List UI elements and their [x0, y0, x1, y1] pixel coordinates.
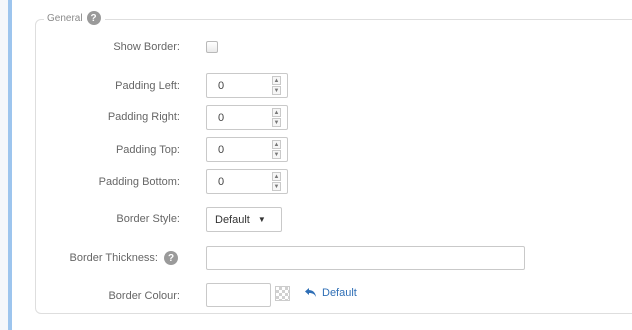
padding-bottom-stepper[interactable]: 0 ▲ ▼ [206, 169, 288, 194]
section-title: General [47, 12, 83, 24]
chevron-up-icon[interactable]: ▲ [272, 172, 281, 181]
chevron-up-icon[interactable]: ▲ [272, 76, 281, 85]
caret-down-icon: ▼ [257, 215, 266, 224]
border-style-select[interactable]: Default ▼ [206, 207, 282, 232]
border-thickness-input[interactable] [206, 246, 525, 270]
border-style-selected: Default [215, 213, 250, 226]
default-link-text[interactable]: Default [322, 287, 357, 299]
border-colour-input[interactable] [206, 283, 271, 307]
border-style-label: Border Style: [116, 213, 180, 225]
left-accent-bar [8, 0, 12, 330]
undo-arrow-icon [305, 288, 316, 297]
chevron-down-icon[interactable]: ▼ [272, 118, 281, 127]
chevron-down-icon[interactable]: ▼ [272, 150, 281, 159]
padding-top-value[interactable]: 0 [218, 144, 224, 156]
question-circle-icon[interactable]: ? [86, 11, 101, 25]
left-panel-strip [0, 0, 8, 330]
chevron-down-icon[interactable]: ▼ [272, 86, 281, 95]
padding-left-stepper[interactable]: 0 ▲ ▼ [206, 73, 288, 98]
padding-left-label: Padding Left: [115, 80, 180, 92]
padding-bottom-label: Padding Bottom: [98, 176, 180, 188]
chevron-up-icon[interactable]: ▲ [272, 140, 281, 149]
chevron-down-icon[interactable]: ▼ [272, 182, 281, 191]
border-colour-label: Border Colour: [108, 290, 180, 302]
chevron-up-icon[interactable]: ▲ [272, 108, 281, 117]
padding-right-stepper[interactable]: 0 ▲ ▼ [206, 105, 288, 130]
question-circle-icon[interactable]: ? [164, 251, 178, 265]
padding-top-stepper[interactable]: 0 ▲ ▼ [206, 137, 288, 162]
reset-default-link[interactable]: Default [304, 287, 357, 299]
color-swatch-icon[interactable] [275, 286, 290, 301]
padding-bottom-value[interactable]: 0 [218, 176, 224, 188]
padding-top-label: Padding Top: [115, 144, 180, 156]
padding-right-value[interactable]: 0 [218, 112, 224, 124]
show-border-label: Show Border: [113, 41, 180, 53]
padding-right-label: Padding Right: [107, 111, 180, 123]
border-thickness-label: Border Thickness: [69, 252, 158, 264]
padding-left-value[interactable]: 0 [218, 80, 224, 92]
general-legend: General ? [44, 11, 105, 25]
show-border-checkbox[interactable] [206, 41, 218, 53]
